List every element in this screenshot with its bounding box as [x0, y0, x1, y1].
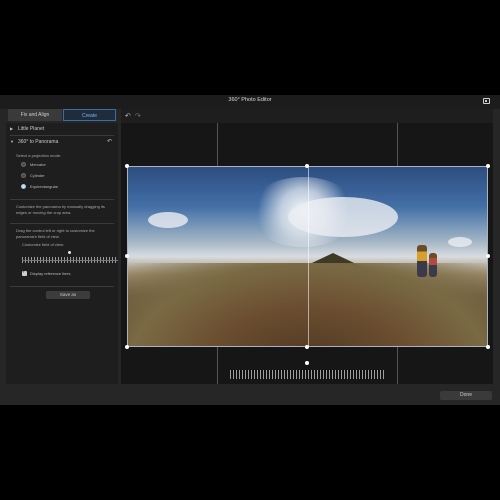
tab-fix-and-align[interactable]: Fix and Align [8, 109, 62, 121]
panorama-label: 360° to Panorama [18, 139, 59, 145]
fov-slider-knob[interactable] [68, 251, 71, 254]
divider [10, 286, 114, 287]
crop-handle-bottom-right[interactable] [486, 345, 490, 349]
radio-mercator[interactable] [21, 162, 26, 167]
create-panel: ▶ Little Planet ▼ 360° to Panorama ↶ Selec… [6, 123, 118, 384]
hiker [429, 253, 437, 277]
mercator-label: Mercator [30, 162, 46, 167]
equirectangular-label: Equirectangular [30, 184, 59, 189]
crop-handle-right[interactable] [486, 254, 490, 258]
fov-slider-track [22, 260, 118, 261]
little-planet-row[interactable]: ▶ Little Planet [6, 126, 118, 132]
little-planet-label: Little Planet [18, 126, 45, 132]
crop-center-line [308, 167, 309, 346]
cloud [288, 197, 398, 237]
display-lines-checkbox[interactable] [22, 269, 27, 276]
reset-icon[interactable]: ↶ [107, 139, 113, 145]
window-title: 360° Photo Editor [228, 97, 272, 103]
radio-cylinder[interactable] [21, 173, 26, 178]
undo-icon[interactable]: ↶ [125, 112, 131, 120]
redo-icon[interactable]: ↷ [135, 112, 141, 120]
crop-handle-top-left[interactable] [125, 164, 129, 168]
panorama-row[interactable]: ▼ 360° to Panorama ↶ [6, 139, 118, 145]
divider [10, 135, 114, 136]
photo-editor-window: 360° Photo Editor Fix and Align Create ▶… [0, 95, 500, 405]
crop-handle-left[interactable] [125, 254, 129, 258]
tab-create[interactable]: Create [63, 109, 116, 121]
crop-handle-top[interactable] [305, 164, 309, 168]
chevron-right-icon: ▶ [10, 126, 14, 131]
divider [10, 223, 114, 224]
cloud [448, 237, 472, 247]
hikers [413, 245, 443, 285]
crop-handle-bottom-left[interactable] [125, 345, 129, 349]
done-button[interactable]: Done [440, 391, 492, 400]
cloud [148, 212, 188, 228]
cylinder-label: Cylinder [30, 173, 45, 178]
preview-toolbar: ↶ ↷ [121, 109, 493, 123]
crop-handle-bottom[interactable] [305, 345, 309, 349]
save-as-button[interactable]: Save as [46, 291, 90, 299]
preview-area [121, 123, 493, 384]
fov-label: Customize field of view: [22, 242, 65, 247]
panorama-crop-area[interactable] [127, 166, 488, 347]
divider [10, 199, 114, 200]
fullscreen-icon[interactable] [483, 98, 490, 104]
fov-hint: Drag the control left or right to custom… [16, 228, 95, 239]
radio-equirectangular[interactable] [21, 184, 26, 189]
rotation-knob[interactable] [305, 361, 309, 365]
crop-handle-top-right[interactable] [486, 164, 490, 168]
title-bar: 360° Photo Editor [0, 95, 500, 109]
hiker [417, 245, 427, 277]
rotation-ruler[interactable] [230, 370, 384, 379]
display-lines-label: Display reference lines [30, 271, 71, 276]
crop-hint: Customize the panorama by manually dragg… [16, 204, 105, 215]
mode-tabs: Fix and Align Create [8, 109, 116, 121]
projection-prompt: Select a projection mode: [16, 153, 62, 158]
chevron-down-icon: ▼ [10, 139, 14, 144]
